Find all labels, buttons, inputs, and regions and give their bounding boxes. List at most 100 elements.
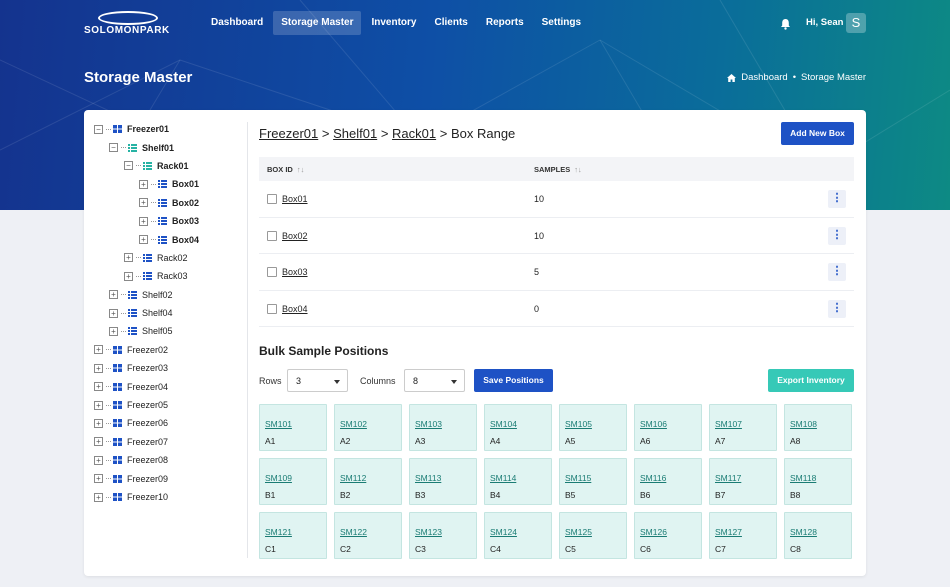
expand-icon[interactable]: + [94, 437, 103, 447]
box-id-link[interactable]: Box02 [282, 231, 308, 241]
expand-icon[interactable]: + [124, 253, 133, 263]
position-cell[interactable]: SM113 B3 [409, 458, 477, 505]
tree-node-box03[interactable]: + Box03 [94, 212, 246, 230]
position-cell[interactable]: SM112 B2 [334, 458, 402, 505]
sample-code-link[interactable]: SM113 [415, 473, 441, 483]
position-cell[interactable]: SM115 B5 [559, 458, 627, 505]
position-cell[interactable]: SM126 C6 [634, 512, 702, 559]
sample-code-link[interactable]: SM126 [640, 527, 667, 537]
export-inventory-button[interactable]: Export Inventory [768, 369, 854, 392]
sample-code-link[interactable]: SM122 [340, 527, 367, 537]
expand-icon[interactable]: + [94, 492, 103, 502]
sample-code-link[interactable]: SM106 [640, 419, 667, 429]
sort-icon[interactable]: ↑↓ [297, 165, 305, 174]
tree-node-freezer08[interactable]: + Freezer08 [94, 451, 246, 469]
position-cell[interactable]: SM105 A5 [559, 404, 627, 451]
save-positions-button[interactable]: Save Positions [474, 369, 553, 392]
position-cell[interactable]: SM117 B7 [709, 458, 777, 505]
tree-node-freezer03[interactable]: + Freezer03 [94, 359, 246, 377]
position-cell[interactable]: SM104 A4 [484, 404, 552, 451]
expand-icon[interactable]: + [139, 179, 148, 189]
sort-icon[interactable]: ↑↓ [574, 165, 582, 174]
box-id-link[interactable]: Box04 [282, 304, 308, 314]
position-cell[interactable]: SM108 A8 [784, 404, 852, 451]
more-options-icon[interactable]: ⋮ [828, 190, 846, 208]
sample-code-link[interactable]: SM125 [565, 527, 592, 537]
tree-node-shelf01[interactable]: − Shelf01 [94, 138, 246, 156]
expand-icon[interactable]: + [139, 198, 148, 208]
bell-icon[interactable] [780, 17, 791, 30]
nav-inventory[interactable]: Inventory [363, 11, 424, 35]
tree-node-freezer09[interactable]: + Freezer09 [94, 469, 246, 487]
expand-icon[interactable]: + [94, 400, 103, 410]
position-cell[interactable]: SM124 C4 [484, 512, 552, 559]
position-cell[interactable]: SM109 B1 [259, 458, 327, 505]
nav-storage-master[interactable]: Storage Master [273, 11, 362, 35]
position-cell[interactable]: SM121 C1 [259, 512, 327, 559]
tree-node-shelf05[interactable]: + Shelf05 [94, 322, 246, 340]
tree-node-rack01[interactable]: − Rack01 [94, 157, 246, 175]
expand-icon[interactable]: + [94, 363, 103, 373]
sample-code-link[interactable]: SM102 [340, 419, 367, 429]
sample-code-link[interactable]: SM118 [790, 473, 816, 483]
sample-code-link[interactable]: SM101 [265, 419, 292, 429]
expand-icon[interactable]: + [94, 474, 103, 484]
rows-select[interactable]: 3 [287, 369, 348, 392]
tree-node-rack03[interactable]: + Rack03 [94, 267, 246, 285]
collapse-icon[interactable]: − [124, 161, 133, 171]
sample-code-link[interactable]: SM114 [490, 473, 516, 483]
tree-node-shelf02[interactable]: + Shelf02 [94, 286, 246, 304]
sample-code-link[interactable]: SM128 [790, 527, 817, 537]
tree-node-box01[interactable]: + Box01 [94, 175, 246, 193]
path-shelf[interactable]: Shelf01 [333, 126, 377, 141]
nav-reports[interactable]: Reports [478, 11, 532, 35]
position-cell[interactable]: SM123 C3 [409, 512, 477, 559]
sample-code-link[interactable]: SM105 [565, 419, 592, 429]
tree-node-freezer04[interactable]: + Freezer04 [94, 377, 246, 395]
position-cell[interactable]: SM102 A2 [334, 404, 402, 451]
nav-clients[interactable]: Clients [427, 11, 476, 35]
tree-node-freezer07[interactable]: + Freezer07 [94, 433, 246, 451]
expand-icon[interactable]: + [109, 308, 118, 318]
collapse-icon[interactable]: − [94, 124, 103, 134]
avatar[interactable]: S [846, 13, 866, 33]
tree-node-freezer02[interactable]: + Freezer02 [94, 341, 246, 359]
expand-icon[interactable]: + [94, 345, 103, 355]
expand-icon[interactable]: + [139, 216, 148, 226]
position-cell[interactable]: SM122 C2 [334, 512, 402, 559]
path-freezer[interactable]: Freezer01 [259, 126, 318, 141]
header-samples[interactable]: SAMPLES ↑↓ [534, 165, 582, 174]
tree-node-box04[interactable]: + Box04 [94, 230, 246, 248]
expand-icon[interactable]: + [94, 418, 103, 428]
position-cell[interactable]: SM107 A7 [709, 404, 777, 451]
sample-code-link[interactable]: SM115 [565, 473, 591, 483]
row-checkbox[interactable] [267, 303, 277, 314]
user-greeting[interactable]: Hi, Sean [806, 17, 844, 28]
row-checkbox[interactable] [267, 194, 277, 204]
sample-code-link[interactable]: SM124 [490, 527, 517, 537]
expand-icon[interactable]: + [94, 382, 103, 392]
columns-select[interactable]: 8 [404, 369, 465, 392]
tree-node-shelf04[interactable]: + Shelf04 [94, 304, 246, 322]
tree-node-box02[interactable]: + Box02 [94, 194, 246, 212]
more-options-icon[interactable]: ⋮ [828, 226, 846, 245]
sample-code-link[interactable]: SM109 [265, 473, 292, 483]
box-id-link[interactable]: Box03 [282, 267, 308, 277]
collapse-icon[interactable]: − [109, 143, 118, 153]
tree-node-freezer05[interactable]: + Freezer05 [94, 396, 246, 414]
more-options-icon[interactable]: ⋮ [828, 299, 846, 318]
tree-node-rack02[interactable]: + Rack02 [94, 249, 246, 267]
box-id-link[interactable]: Box01 [282, 194, 308, 204]
position-cell[interactable]: SM116 B6 [634, 458, 702, 505]
sample-code-link[interactable]: SM108 [790, 419, 817, 429]
nav-settings[interactable]: Settings [534, 11, 589, 35]
nav-dashboard[interactable]: Dashboard [203, 11, 271, 35]
expand-icon[interactable]: + [124, 271, 133, 281]
row-checkbox[interactable] [267, 230, 277, 241]
breadcrumb-home[interactable]: Dashboard [741, 72, 787, 83]
sample-code-link[interactable]: SM116 [640, 473, 666, 483]
path-rack[interactable]: Rack01 [392, 126, 436, 141]
row-checkbox[interactable] [267, 267, 277, 278]
position-cell[interactable]: SM106 A6 [634, 404, 702, 451]
logo[interactable]: SOLOMONPARK [84, 10, 176, 38]
